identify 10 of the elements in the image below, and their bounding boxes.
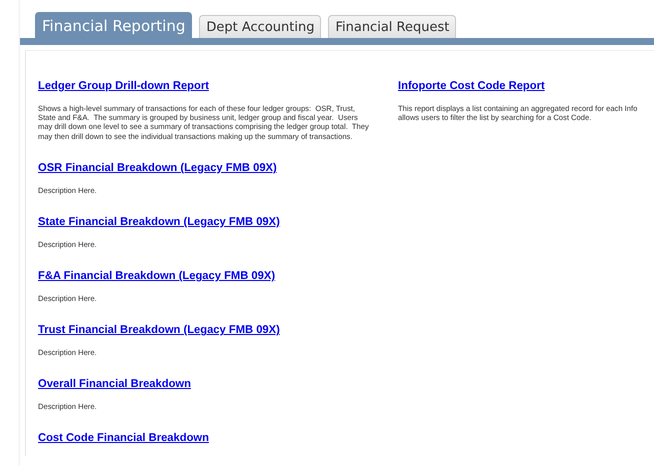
report-link[interactable]: Trust Financial Breakdown (Legacy FMB 09X) xyxy=(38,322,280,340)
tab[interactable]: Dept Accounting xyxy=(199,15,322,38)
report-link[interactable]: Infoporte Cost Code Report xyxy=(398,78,545,95)
report-link[interactable]: F&A Financial Breakdown (Legacy FMB 09X) xyxy=(38,268,276,285)
tab[interactable]: Financial Request xyxy=(328,15,456,38)
report-link[interactable]: OSR Financial Breakdown (Legacy FMB 09X) xyxy=(38,160,277,177)
report-link[interactable]: Overall Financial Breakdown xyxy=(38,376,191,394)
report-link[interactable]: State Financial Breakdown (Legacy FMB 09X) xyxy=(38,214,280,231)
report-link[interactable]: Ledger Group Drill-down Report xyxy=(38,78,209,95)
report-link[interactable]: Cost Code Financial Breakdown xyxy=(38,430,209,448)
